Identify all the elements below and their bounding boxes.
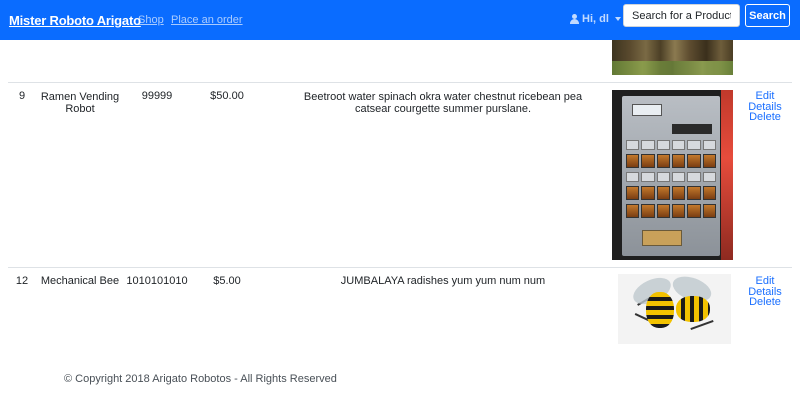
user-menu[interactable]: Hi, dl [570, 13, 621, 25]
product-id: 12 [15, 275, 29, 287]
product-description: Beetroot water spinach okra water chestn… [303, 91, 583, 115]
delete-link[interactable]: Delete [740, 112, 790, 123]
row-actions: Edit Details Delete [740, 91, 790, 123]
chevron-down-icon [614, 17, 621, 21]
products-table: 9 Ramen Vending Robot 99999 $50.00 Beetr… [0, 0, 800, 402]
product-description: JUMBALAYA radishes yum yum num num [340, 275, 546, 287]
nav-link-place-order[interactable]: Place an order [171, 14, 243, 26]
product-price: $5.00 [213, 275, 241, 287]
row-divider [8, 82, 792, 83]
user-icon [570, 14, 579, 24]
product-image [612, 90, 733, 260]
delete-link[interactable]: Delete [740, 297, 790, 308]
row-actions: Edit Details Delete [740, 276, 790, 308]
search-button[interactable]: Search [745, 4, 790, 27]
product-name: Ramen Vending Robot [40, 91, 120, 115]
product-sku: 1010101010 [126, 275, 188, 287]
edit-link[interactable]: Edit [740, 276, 790, 287]
product-id: 9 [18, 90, 26, 102]
footer-copyright: © Copyright 2018 Arigato Robotos - All R… [64, 373, 337, 385]
product-name: Mechanical Bee [40, 275, 120, 287]
user-greeting: Hi, dl [582, 13, 609, 25]
navbar: Mister Roboto Arigato Shop Place an orde… [0, 0, 800, 40]
product-image [618, 274, 731, 344]
edit-link[interactable]: Edit [740, 91, 790, 102]
product-price: $50.00 [210, 90, 244, 102]
product-sku: 99999 [141, 90, 173, 102]
nav-link-shop[interactable]: Shop [138, 14, 164, 26]
brand-link[interactable]: Mister Roboto Arigato [9, 13, 141, 28]
row-divider [8, 267, 792, 268]
search-input[interactable] [623, 4, 740, 27]
